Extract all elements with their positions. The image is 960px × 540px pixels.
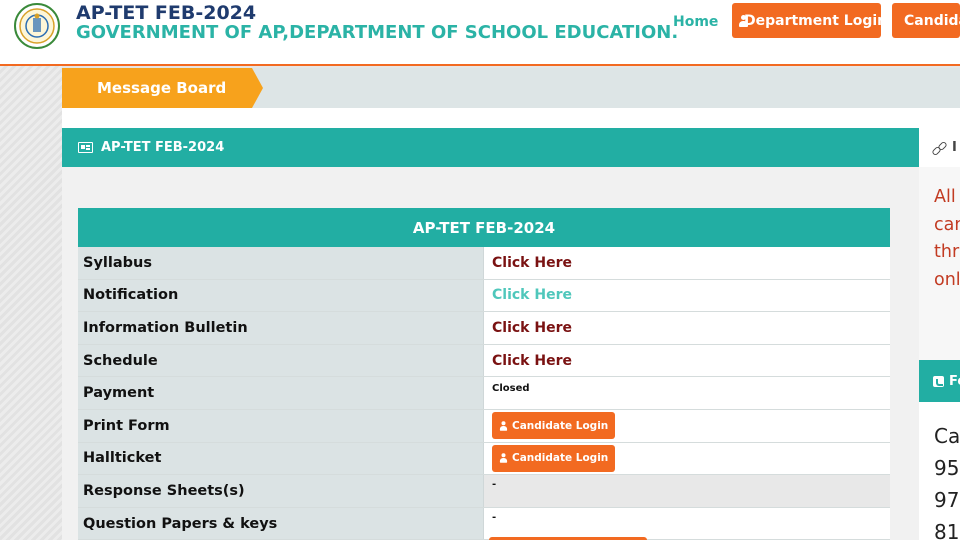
row-label: Information Bulletin — [78, 312, 484, 344]
table-row: Syllabus Click Here — [78, 247, 890, 280]
sidebar-notice-line: can — [934, 214, 960, 235]
sidebar-heading-text: I — [952, 140, 957, 155]
sidebar-notice-line: thr — [934, 242, 960, 262]
sidebar-heading-important: I — [919, 128, 960, 167]
sidebar-notice-line: All — [934, 187, 956, 207]
table-row: Hallticket Candidate Login — [78, 442, 890, 476]
department-login-button[interactable]: Department Login — [732, 3, 881, 38]
government-emblem-logo — [14, 3, 60, 49]
row-label: Syllabus — [78, 247, 484, 279]
sidebar-heading-contact: Fo — [919, 360, 960, 402]
print-form-candidate-login-button[interactable]: Candidate Login — [492, 412, 616, 440]
payment-status: Closed — [492, 383, 530, 395]
candidate-login-nav-label: Candidate Login — [904, 12, 960, 29]
link-icon — [933, 142, 945, 154]
table-title: AP-TET FEB-2024 — [78, 208, 890, 247]
row-label: Notification — [78, 279, 484, 312]
response-sheets-value: - — [492, 479, 497, 491]
message-board-label: Message Board — [62, 68, 252, 108]
table-row: Print Form Candidate Login — [78, 409, 890, 443]
sidebar-notice: All can thr onl — [919, 167, 960, 360]
left-background-strip — [0, 66, 62, 540]
schedule-link[interactable]: Click Here — [492, 353, 572, 369]
row-label: Response Sheets(s) — [78, 475, 484, 507]
app-title: AP-TET FEB-2024 — [76, 2, 257, 24]
exam-info-table: AP-TET FEB-2024 Syllabus Click Here Noti… — [78, 208, 890, 540]
question-papers-value: - — [492, 511, 497, 523]
department-login-label: Department Login — [744, 12, 881, 29]
newspaper-icon — [78, 142, 93, 153]
phone-icon — [933, 375, 944, 387]
table-row: Payment Closed — [78, 377, 890, 410]
nav-home-link[interactable]: Home — [673, 14, 718, 30]
notification-link[interactable]: Click Here — [492, 287, 572, 303]
sidebar-contact: Ca 95 97 81 — [919, 402, 960, 540]
row-label: Hallticket — [78, 442, 484, 475]
sidebar-contact-heading-text: Fo — [949, 373, 960, 389]
table-row: Notification Click Here — [78, 279, 890, 313]
user-icon — [499, 420, 508, 431]
sidebar-contact-line: 81 — [934, 520, 960, 540]
sidebar-contact-line: 95 — [934, 456, 960, 480]
syllabus-link[interactable]: Click Here — [492, 255, 572, 271]
information-bulletin-link[interactable]: Click Here — [492, 320, 572, 336]
row-label: Question Papers & keys — [78, 507, 484, 540]
row-label: Print Form — [78, 409, 484, 442]
row-label: Schedule — [78, 344, 484, 377]
table-row: Information Bulletin Click Here — [78, 312, 890, 345]
hallticket-candidate-login-button[interactable]: Candidate Login — [492, 444, 616, 472]
button-label: Candidate Login — [512, 452, 609, 465]
button-label: Candidate Login — [512, 419, 609, 432]
sidebar-contact-line: 97 — [934, 488, 960, 512]
table-row: Question Papers & keys - — [78, 507, 890, 540]
candidate-login-nav-button[interactable]: Candidate Login — [892, 3, 960, 38]
content-spacer — [62, 108, 960, 128]
app-subtitle: GOVERNMENT OF AP,DEPARTMENT OF SCHOOL ED… — [76, 22, 679, 43]
sidebar-contact-line: Ca — [934, 424, 960, 448]
user-icon — [499, 453, 508, 464]
panel-heading: AP-TET FEB-2024 — [62, 128, 919, 167]
site-header: AP-TET FEB-2024 GOVERNMENT OF AP,DEPARTM… — [0, 0, 960, 66]
row-label: Payment — [78, 377, 484, 409]
sidebar-notice-line: onl — [934, 269, 960, 290]
table-row: Response Sheets(s) - — [78, 475, 890, 508]
table-row: Schedule Click Here — [78, 344, 890, 378]
message-board-arrow — [252, 68, 263, 108]
panel-heading-text: AP-TET FEB-2024 — [101, 140, 225, 155]
